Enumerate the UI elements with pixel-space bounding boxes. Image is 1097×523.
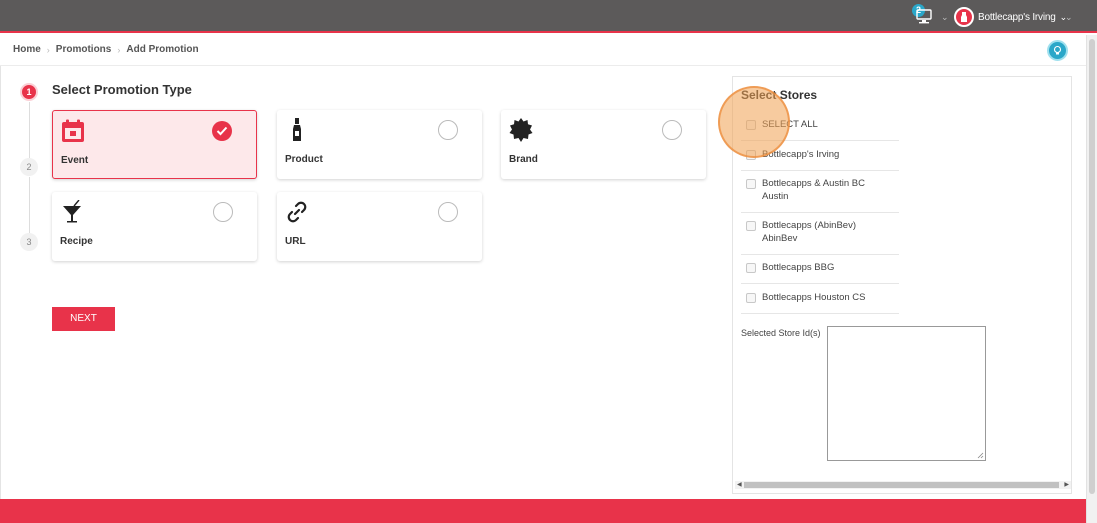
store-option-select-all[interactable]: SELECT ALL xyxy=(741,117,899,141)
top-bar: 2 ⌄ Bottlecapp's Irving ⌄ ⌄ xyxy=(0,0,1097,33)
promotion-type-brand[interactable]: Brand xyxy=(501,110,706,179)
store-option[interactable]: Bottlecapps BBG xyxy=(741,260,899,284)
promotion-type-label: Recipe xyxy=(60,236,93,247)
footer-bar xyxy=(0,499,1086,523)
store-label: SELECT ALL xyxy=(762,119,818,130)
store-checkbox[interactable] xyxy=(746,179,756,189)
breadcrumb-separator-icon: › xyxy=(46,44,50,55)
step-3-indicator: 3 xyxy=(20,233,38,251)
horizontal-scrollbar[interactable]: ◀ ▶ xyxy=(735,481,1071,489)
step-2-indicator: 2 xyxy=(20,158,38,176)
username-label: Bottlecapp's Irving xyxy=(978,11,1056,23)
vertical-scroll-thumb[interactable] xyxy=(1089,39,1095,494)
promotion-type-radio[interactable] xyxy=(213,202,233,222)
section-title: Select Promotion Type xyxy=(52,82,192,97)
store-label: Bottlecapps (AbinBev) AbinBev xyxy=(762,220,856,244)
step-connector xyxy=(29,102,30,158)
lightbulb-icon xyxy=(1053,45,1062,55)
promotion-type-url[interactable]: URL xyxy=(277,192,482,261)
store-checkbox[interactable] xyxy=(746,293,756,303)
user-menu[interactable]: Bottlecapp's Irving ⌄ xyxy=(954,7,1067,27)
store-checkbox[interactable] xyxy=(746,150,756,160)
step-connector xyxy=(29,177,30,233)
promotion-type-radio[interactable] xyxy=(438,202,458,222)
promotion-type-product[interactable]: Product xyxy=(277,110,482,179)
step-1-indicator: 1 xyxy=(20,83,38,101)
store-label: Bottlecapps Houston CS xyxy=(762,292,866,303)
notifications-button[interactable]: 2 xyxy=(912,4,936,26)
store-label: Bottlecapps & Austin BC Austin xyxy=(762,178,865,202)
store-label: Bottlecapps BBG xyxy=(762,262,835,273)
promotion-type-label: Event xyxy=(61,155,89,166)
help-lightbulb-button[interactable] xyxy=(1047,40,1068,61)
store-label: Bottlecapp's Irving xyxy=(762,149,840,160)
breadcrumb-promotions[interactable]: Promotions xyxy=(56,44,112,55)
vertical-scrollbar[interactable] xyxy=(1086,35,1097,523)
scroll-left-arrow-icon[interactable]: ◀ xyxy=(737,481,742,489)
resize-grip-icon[interactable] xyxy=(977,452,984,459)
store-option[interactable]: Bottlecapps & Austin BC Austin xyxy=(741,176,899,213)
cocktail-glass-icon xyxy=(63,200,81,223)
promotion-type-radio[interactable] xyxy=(438,120,458,140)
horizontal-scroll-thumb[interactable] xyxy=(744,482,1059,488)
store-option[interactable]: Bottlecapp's Irving xyxy=(741,147,899,171)
store-avatar xyxy=(954,7,974,27)
calendar-icon xyxy=(62,119,84,142)
breadcrumb-current: Add Promotion xyxy=(126,44,199,55)
next-button[interactable]: NEXT xyxy=(52,307,115,331)
promotion-type-label: Product xyxy=(285,154,323,165)
bottle-icon xyxy=(293,118,301,141)
badge-seal-icon xyxy=(509,118,533,142)
scroll-right-arrow-icon[interactable]: ▶ xyxy=(1064,481,1069,489)
promotion-type-recipe[interactable]: Recipe xyxy=(52,192,257,261)
monitor-bell-icon xyxy=(916,9,932,24)
link-icon xyxy=(287,201,307,223)
promotion-type-radio[interactable] xyxy=(662,120,682,140)
store-option[interactable]: Bottlecapps Houston CS xyxy=(741,290,899,314)
stores-title: Select Stores xyxy=(741,88,818,102)
selected-store-ids-textarea[interactable] xyxy=(827,326,986,461)
store-option[interactable]: Bottlecapps (AbinBev) AbinBev xyxy=(741,218,899,255)
promotion-type-label: Brand xyxy=(509,154,538,165)
store-checkbox[interactable] xyxy=(746,263,756,273)
breadcrumb-home[interactable]: Home xyxy=(13,44,41,55)
store-checkbox[interactable] xyxy=(746,120,756,130)
promotion-type-event[interactable]: Event xyxy=(52,110,257,179)
select-stores-panel: Select Stores SELECT ALL Bottlecapp's Ir… xyxy=(732,76,1072,494)
breadcrumb-separator-icon: › xyxy=(117,44,121,55)
breadcrumb-bar: Home › Promotions › Add Promotion xyxy=(0,35,1086,66)
selected-store-ids-label: Selected Store Id(s) xyxy=(741,328,821,338)
notifications-caret-icon[interactable]: ⌄ xyxy=(941,12,949,23)
promotion-type-label: URL xyxy=(285,236,306,247)
store-checkbox[interactable] xyxy=(746,221,756,231)
selected-check-icon xyxy=(212,121,232,141)
store-logo-icon xyxy=(961,12,967,22)
breadcrumb: Home › Promotions › Add Promotion xyxy=(13,44,199,55)
extra-caret-icon[interactable]: ⌄ xyxy=(1065,12,1073,23)
